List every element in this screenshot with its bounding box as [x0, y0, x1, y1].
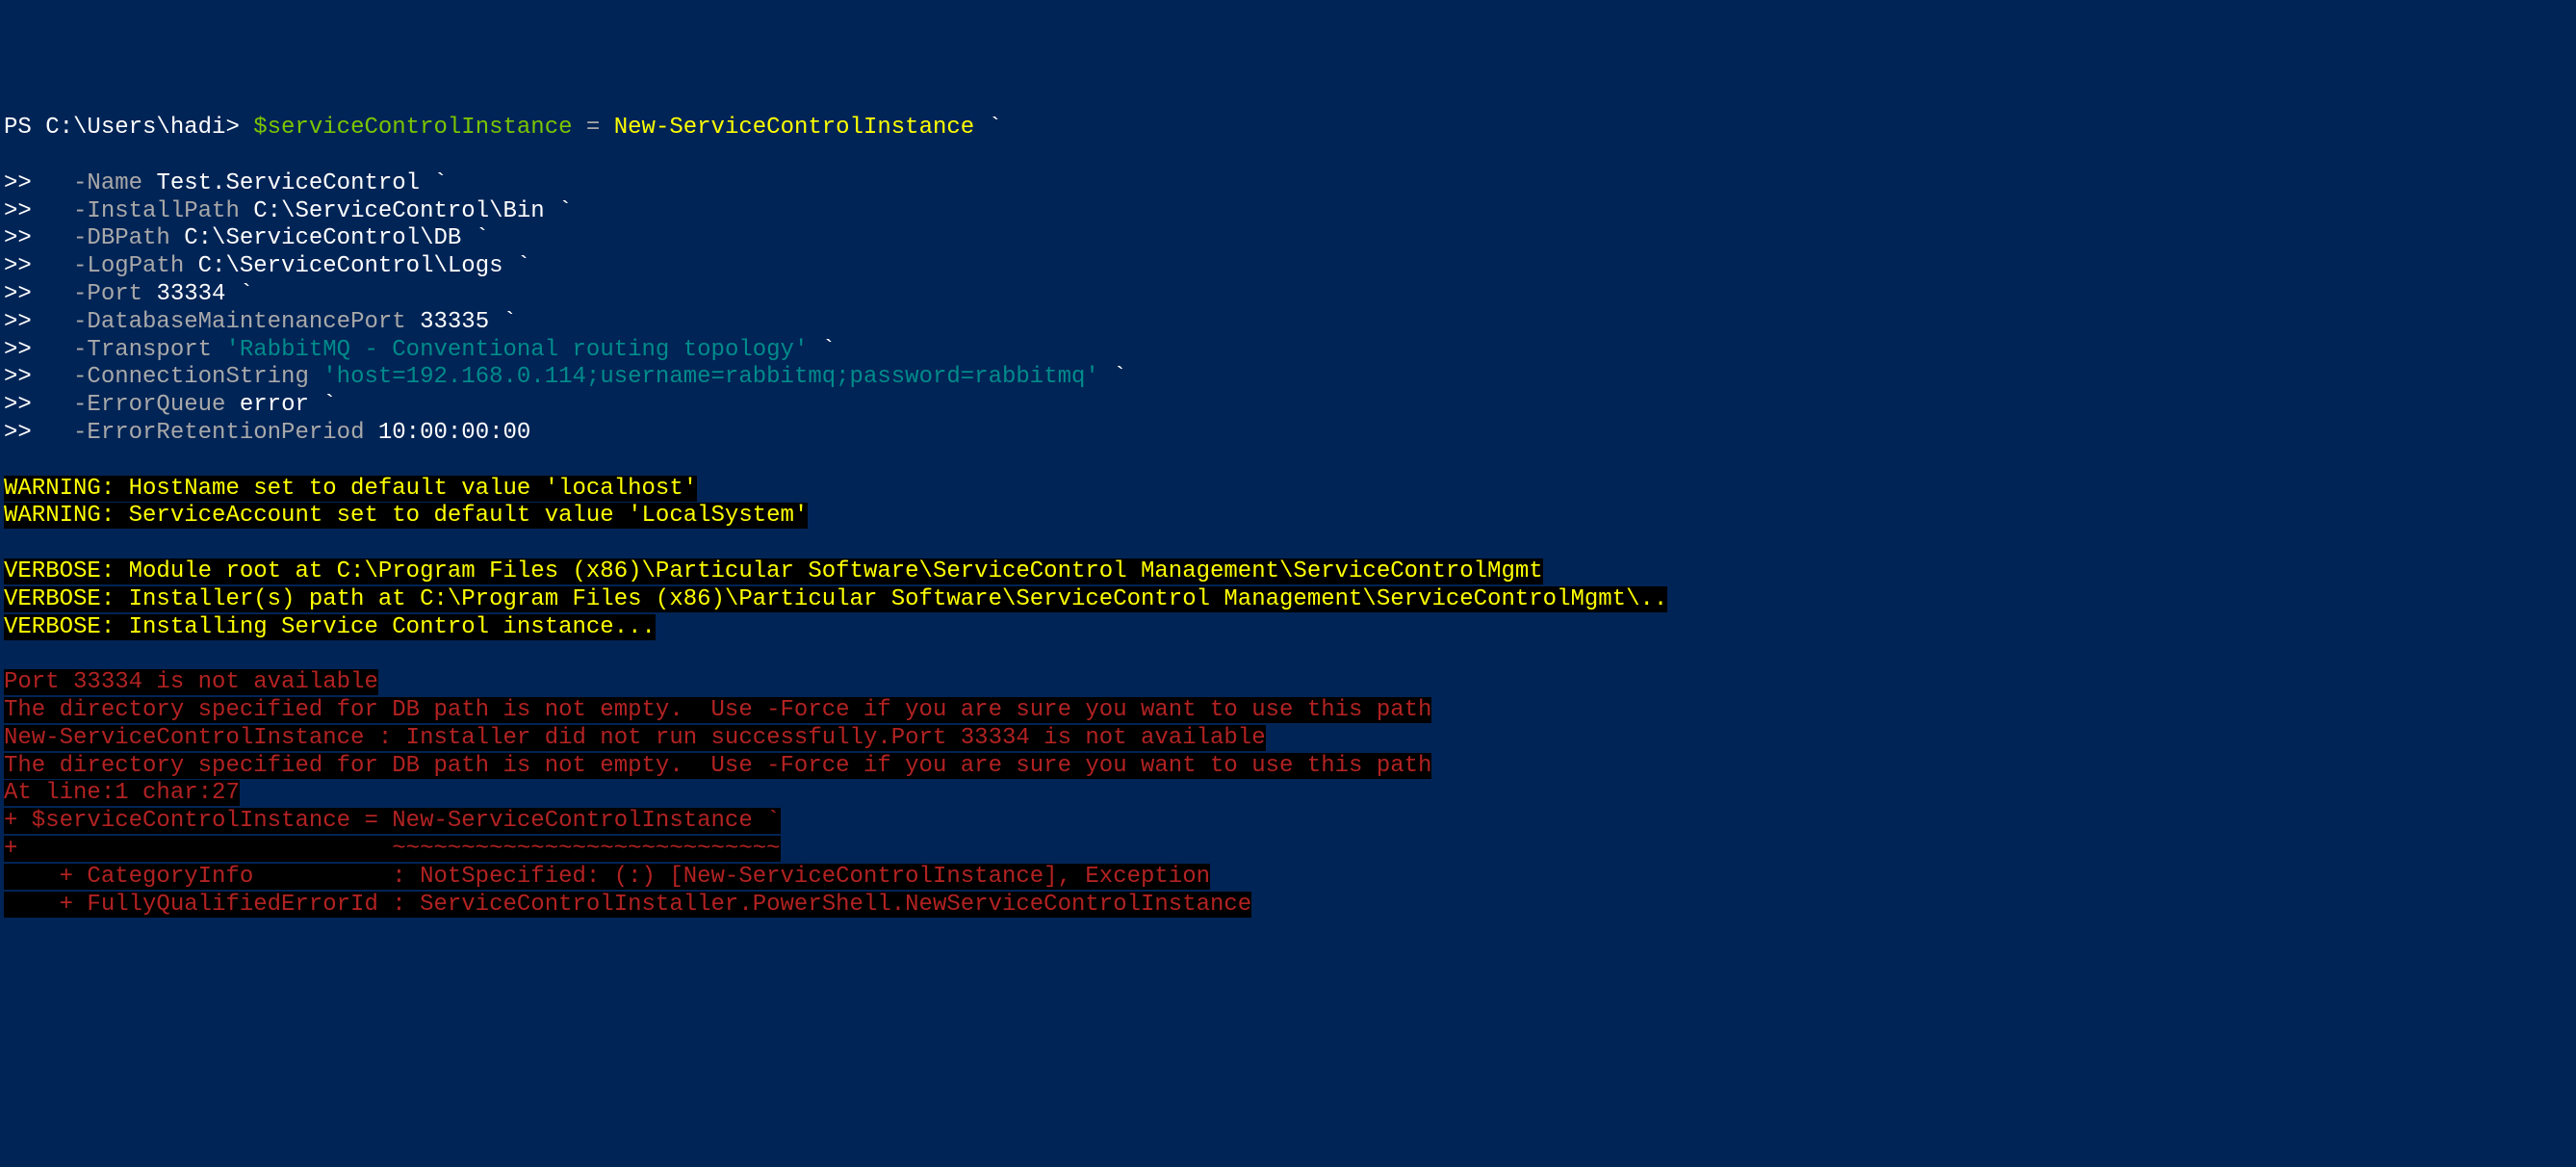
- error-line: + $serviceControlInstance = New-ServiceC…: [4, 808, 2572, 836]
- command-line[interactable]: PS C:\Users\hadi> $serviceControlInstanc…: [4, 115, 2572, 143]
- verbose-line: VERBOSE: Installer(s) path at C:\Program…: [4, 586, 2572, 614]
- error-text: The directory specified for DB path is n…: [4, 753, 1431, 779]
- verbose-text: VERBOSE: Module root at C:\Program Files…: [4, 558, 1543, 584]
- error-text: + ~~~~~~~~~~~~~~~~~~~~~~~~~~~~: [4, 836, 781, 862]
- param-name: -Port: [73, 281, 142, 307]
- cmdlet-name: New-ServiceControlInstance: [614, 115, 974, 141]
- error-line: The directory specified for DB path is n…: [4, 753, 2572, 781]
- param-line[interactable]: >> -LogPath C:\ServiceControl\Logs `: [4, 253, 2572, 281]
- param-string: 'host=192.168.0.114;username=rabbitmq;pa…: [322, 364, 1099, 390]
- param-string: 'RabbitMQ - Conventional routing topolog…: [225, 337, 808, 363]
- continuation-prompt: >>: [4, 364, 73, 390]
- error-text: Port 33334 is not available: [4, 669, 378, 695]
- continuation-prompt: >>: [4, 420, 73, 446]
- error-text: The directory specified for DB path is n…: [4, 697, 1431, 723]
- error-text: At line:1 char:27: [4, 780, 240, 806]
- param-name: -Name: [73, 170, 142, 196]
- continuation-prompt: >>: [4, 253, 73, 279]
- warning-line: WARNING: ServiceAccount set to default v…: [4, 503, 2572, 531]
- line-continuation: `: [545, 198, 573, 224]
- param-line[interactable]: >> -ErrorQueue error `: [4, 392, 2572, 420]
- error-line: New-ServiceControlInstance : Installer d…: [4, 725, 2572, 753]
- variable-name: $serviceControlInstance: [253, 115, 572, 141]
- param-name: -Transport: [73, 337, 212, 363]
- param-line[interactable]: >> -DatabaseMaintenancePort 33335 `: [4, 309, 2572, 337]
- param-name: -ErrorRetentionPeriod: [73, 420, 364, 446]
- param-name: -LogPath: [73, 253, 184, 279]
- param-name: -ConnectionString: [73, 364, 309, 390]
- error-text: + $serviceControlInstance = New-ServiceC…: [4, 808, 781, 834]
- param-line[interactable]: >> -ErrorRetentionPeriod 10:00:00:00: [4, 420, 2572, 448]
- param-line[interactable]: >> -Name Test.ServiceControl `: [4, 170, 2572, 198]
- error-line: + FullyQualifiedErrorId : ServiceControl…: [4, 892, 2572, 920]
- error-text: + FullyQualifiedErrorId : ServiceControl…: [4, 892, 1251, 918]
- line-continuation: `: [808, 337, 836, 363]
- ps-prompt: PS C:\Users\hadi>: [4, 115, 253, 141]
- param-name: -InstallPath: [73, 198, 240, 224]
- continuation-prompt: >>: [4, 309, 73, 335]
- line-continuation: `: [461, 225, 489, 251]
- line-continuation: `: [309, 392, 337, 418]
- line-continuation: `: [974, 115, 1002, 141]
- error-line: + CategoryInfo : NotSpecified: (:) [New-…: [4, 864, 2572, 892]
- line-continuation: `: [420, 170, 448, 196]
- equals-sign: =: [573, 115, 614, 141]
- param-value: C:\ServiceControl\Bin: [253, 198, 544, 224]
- warning-text: WARNING: HostName set to default value '…: [4, 476, 697, 502]
- line-continuation: `: [489, 309, 517, 335]
- error-text: + CategoryInfo : NotSpecified: (:) [New-…: [4, 864, 1210, 890]
- error-line: Port 33334 is not available: [4, 669, 2572, 697]
- param-line[interactable]: >> -InstallPath C:\ServiceControl\Bin `: [4, 198, 2572, 226]
- param-value: Test.ServiceControl: [156, 170, 420, 196]
- line-continuation: `: [503, 253, 531, 279]
- line-continuation: `: [1099, 364, 1127, 390]
- param-value: error: [240, 392, 309, 418]
- param-line[interactable]: >> -Port 33334 `: [4, 281, 2572, 309]
- continuation-prompt: >>: [4, 170, 73, 196]
- continuation-prompt: >>: [4, 337, 73, 363]
- error-line: At line:1 char:27: [4, 780, 2572, 808]
- continuation-prompt: >>: [4, 392, 73, 418]
- warning-text: WARNING: ServiceAccount set to default v…: [4, 503, 808, 529]
- verbose-text: VERBOSE: Installer(s) path at C:\Program…: [4, 586, 1667, 612]
- param-line[interactable]: >> -Transport 'RabbitMQ - Conventional r…: [4, 337, 2572, 365]
- verbose-text: VERBOSE: Installing Service Control inst…: [4, 614, 656, 640]
- param-line[interactable]: >> -DBPath C:\ServiceControl\DB `: [4, 225, 2572, 253]
- param-value: 33334: [156, 281, 225, 307]
- param-line[interactable]: >> -ConnectionString 'host=192.168.0.114…: [4, 364, 2572, 392]
- param-value: 10:00:00:00: [378, 420, 530, 446]
- error-text: New-ServiceControlInstance : Installer d…: [4, 725, 1266, 751]
- param-value: C:\ServiceControl\Logs: [198, 253, 503, 279]
- line-continuation: `: [225, 281, 253, 307]
- verbose-line: VERBOSE: Installing Service Control inst…: [4, 614, 2572, 642]
- param-name: -DBPath: [73, 225, 170, 251]
- param-name: -ErrorQueue: [73, 392, 225, 418]
- error-line: The directory specified for DB path is n…: [4, 697, 2572, 725]
- param-name: -DatabaseMaintenancePort: [73, 309, 406, 335]
- continuation-prompt: >>: [4, 225, 73, 251]
- error-line: + ~~~~~~~~~~~~~~~~~~~~~~~~~~~~: [4, 836, 2572, 864]
- continuation-prompt: >>: [4, 198, 73, 224]
- param-value: 33335: [420, 309, 489, 335]
- verbose-line: VERBOSE: Module root at C:\Program Files…: [4, 558, 2572, 586]
- continuation-prompt: >>: [4, 281, 73, 307]
- warning-line: WARNING: HostName set to default value '…: [4, 476, 2572, 504]
- param-value: C:\ServiceControl\DB: [184, 225, 461, 251]
